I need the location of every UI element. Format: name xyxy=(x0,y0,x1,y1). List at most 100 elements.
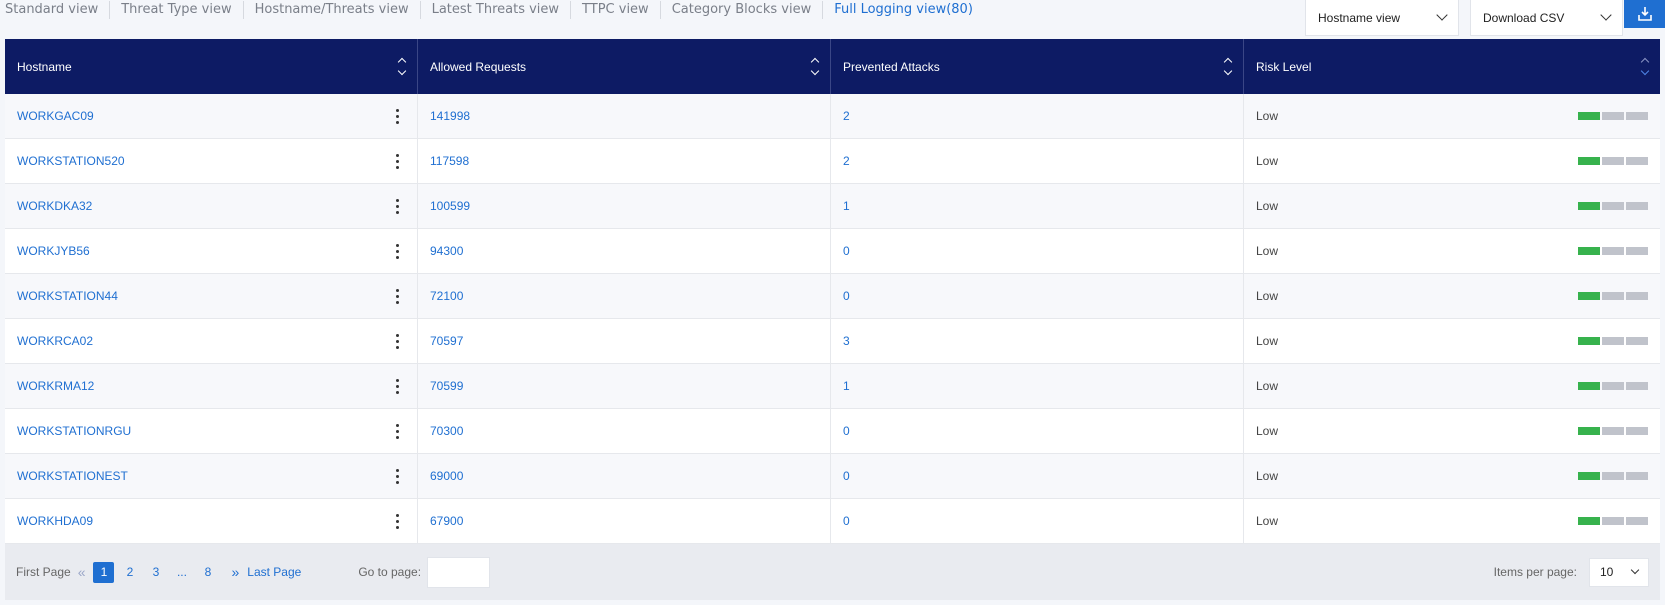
sort-icon[interactable] xyxy=(1223,57,1233,76)
tab-standard-view[interactable]: Standard view xyxy=(0,1,111,19)
allowed-requests-link[interactable]: 100599 xyxy=(430,199,470,213)
risk-level-text: Low xyxy=(1256,334,1279,348)
allowed-requests-link[interactable]: 67900 xyxy=(430,514,463,528)
tab-hostname-threats-view[interactable]: Hostname/Threats view xyxy=(244,1,421,19)
double-chevron-left-icon[interactable]: « xyxy=(78,564,86,580)
goto-page-input[interactable] xyxy=(427,556,491,588)
allowed-requests-cell: 70597 xyxy=(418,319,831,363)
prevented-attacks-link[interactable]: 3 xyxy=(843,334,850,348)
prevented-attacks-link[interactable]: 0 xyxy=(843,469,850,483)
last-page-link[interactable]: Last Page xyxy=(247,565,301,579)
table-row[interactable]: WORKGAC09 141998 2 Low xyxy=(5,94,1660,139)
table-row[interactable]: WORKRMA12 70599 1 Low xyxy=(5,364,1660,409)
tab-ttpc-view[interactable]: TTPC view xyxy=(571,1,661,19)
hostname-link[interactable]: WORKGAC09 xyxy=(17,109,94,123)
table-row[interactable]: WORKJYB56 94300 0 Low xyxy=(5,229,1660,274)
table-row[interactable]: WORKSTATIONEST 69000 0 Low xyxy=(5,454,1660,499)
prevented-attacks-cell: 2 xyxy=(831,94,1244,138)
allowed-requests-cell: 141998 xyxy=(418,94,831,138)
download-icon xyxy=(1637,7,1652,21)
more-options-icon[interactable] xyxy=(390,153,405,169)
prevented-attacks-link[interactable]: 2 xyxy=(843,109,850,123)
hostname-cell: WORKSTATIONRGU xyxy=(5,409,418,453)
more-options-icon[interactable] xyxy=(390,468,405,484)
first-page-link[interactable]: First Page xyxy=(16,565,71,579)
risk-meter-segment xyxy=(1626,202,1648,210)
more-options-icon[interactable] xyxy=(390,423,405,439)
column-header-risk-level[interactable]: Risk Level xyxy=(1244,39,1660,94)
risk-level-cell: Low xyxy=(1244,364,1660,408)
hostname-link[interactable]: WORKDKA32 xyxy=(17,199,92,213)
allowed-requests-link[interactable]: 70300 xyxy=(430,424,463,438)
hostname-link[interactable]: WORKHDA09 xyxy=(17,514,93,528)
hostname-link[interactable]: WORKRMA12 xyxy=(17,379,94,393)
page-number[interactable]: 8 xyxy=(197,562,218,583)
prevented-attacks-link[interactable]: 0 xyxy=(843,424,850,438)
hostname-link[interactable]: WORKSTATION520 xyxy=(17,154,125,168)
page-number[interactable]: 1 xyxy=(93,561,115,583)
prevented-attacks-link[interactable]: 1 xyxy=(843,379,850,393)
tab-category-blocks-view[interactable]: Category Blocks view xyxy=(661,1,824,19)
column-header-hostname[interactable]: Hostname xyxy=(5,39,418,94)
prevented-attacks-link[interactable]: 2 xyxy=(843,154,850,168)
download-button[interactable] xyxy=(1624,0,1665,28)
hostname-link[interactable]: WORKJYB56 xyxy=(17,244,90,258)
hostname-link[interactable]: WORKSTATIONRGU xyxy=(17,424,131,438)
allowed-requests-link[interactable]: 141998 xyxy=(430,109,470,123)
tab-full-logging-view[interactable]: Full Logging view(80) xyxy=(823,1,984,19)
items-per-page: Items per page: 10 xyxy=(1494,557,1649,587)
view-select[interactable]: Hostname view xyxy=(1305,0,1459,36)
sort-icon[interactable] xyxy=(810,57,820,76)
risk-meter-segment xyxy=(1602,202,1624,210)
column-header-prevented-attacks[interactable]: Prevented Attacks xyxy=(831,39,1244,94)
prevented-attacks-link[interactable]: 0 xyxy=(843,514,850,528)
hostname-link[interactable]: WORKSTATION44 xyxy=(17,289,118,303)
prevented-attacks-cell: 0 xyxy=(831,274,1244,318)
risk-level-cell: Low xyxy=(1244,274,1660,318)
allowed-requests-link[interactable]: 70597 xyxy=(430,334,463,348)
allowed-requests-cell: 69000 xyxy=(418,454,831,498)
more-options-icon[interactable] xyxy=(390,513,405,529)
prevented-attacks-link[interactable]: 1 xyxy=(843,199,850,213)
tab-latest-threats-view[interactable]: Latest Threats view xyxy=(421,1,572,19)
allowed-requests-link[interactable]: 70599 xyxy=(430,379,463,393)
prevented-attacks-link[interactable]: 0 xyxy=(843,244,850,258)
risk-meter-segment xyxy=(1626,472,1648,480)
tab-threat-type-view[interactable]: Threat Type view xyxy=(110,1,244,19)
table-row[interactable]: WORKHDA09 67900 0 Low xyxy=(5,499,1660,544)
more-options-icon[interactable] xyxy=(390,198,405,214)
table-row[interactable]: WORKRCA02 70597 3 Low xyxy=(5,319,1660,364)
allowed-requests-link[interactable]: 72100 xyxy=(430,289,463,303)
risk-meter-segment xyxy=(1602,517,1624,525)
risk-meter-segment xyxy=(1602,112,1624,120)
risk-meter xyxy=(1578,247,1648,255)
hostname-link[interactable]: WORKSTATIONEST xyxy=(17,469,128,483)
allowed-requests-link[interactable]: 117598 xyxy=(430,154,469,168)
risk-level-cell: Low xyxy=(1244,229,1660,273)
table-row[interactable]: WORKDKA32 100599 1 Low xyxy=(5,184,1660,229)
page-number[interactable]: 3 xyxy=(145,562,166,583)
risk-meter xyxy=(1578,112,1648,120)
page-number[interactable]: 2 xyxy=(119,562,140,583)
column-header-allowed-requests[interactable]: Allowed Requests xyxy=(418,39,831,94)
more-options-icon[interactable] xyxy=(390,108,405,124)
double-chevron-right-icon[interactable]: » xyxy=(231,564,239,580)
more-options-icon[interactable] xyxy=(390,243,405,259)
allowed-requests-link[interactable]: 94300 xyxy=(430,244,463,258)
table-body: WORKGAC09 141998 2 Low WORKSTATION520 117598 2… xyxy=(5,94,1660,544)
table-row[interactable]: WORKSTATION520 117598 2 Low xyxy=(5,139,1660,184)
more-options-icon[interactable] xyxy=(390,378,405,394)
sort-icon[interactable] xyxy=(397,57,407,76)
more-options-icon[interactable] xyxy=(390,333,405,349)
table-row[interactable]: WORKSTATIONRGU 70300 0 Low xyxy=(5,409,1660,454)
hostname-cell: WORKRMA12 xyxy=(5,364,418,408)
table-row[interactable]: WORKSTATION44 72100 0 Low xyxy=(5,274,1660,319)
download-csv-select[interactable]: Download CSV xyxy=(1470,0,1623,36)
risk-meter-segment xyxy=(1602,427,1624,435)
more-options-icon[interactable] xyxy=(390,288,405,304)
prevented-attacks-link[interactable]: 0 xyxy=(843,289,850,303)
allowed-requests-link[interactable]: 69000 xyxy=(430,469,463,483)
items-per-page-select[interactable]: 10 xyxy=(1589,557,1649,587)
hostname-link[interactable]: WORKRCA02 xyxy=(17,334,93,348)
sort-icon[interactable] xyxy=(1640,57,1650,76)
